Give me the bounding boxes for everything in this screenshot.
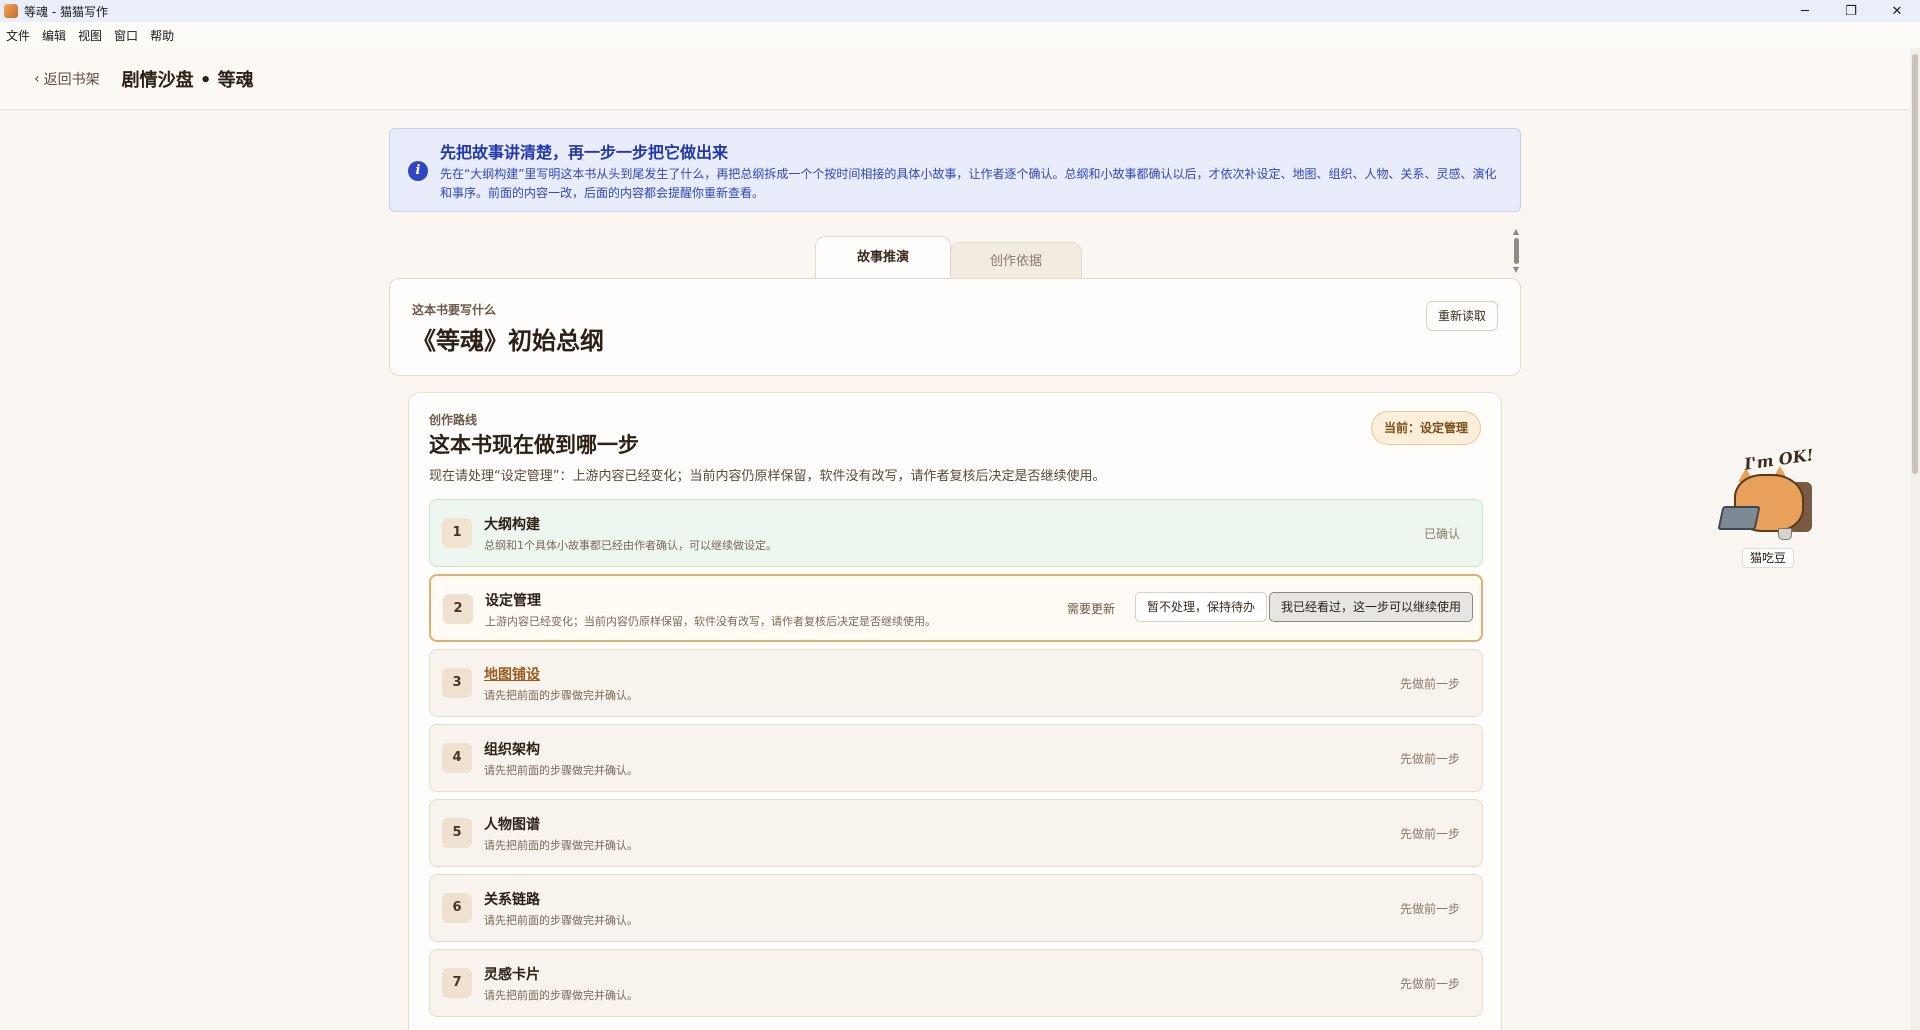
back-to-shelf-link[interactable]: ‹ 返回书架 [34, 69, 100, 89]
step-number: 4 [442, 743, 472, 773]
step-title: 关系链路 [484, 892, 540, 908]
cup-icon [1778, 528, 1792, 540]
app-header: ‹ 返回书架 剧情沙盘 • 等魂 [0, 48, 1910, 110]
menu-bar: 文件 编辑 视图 窗口 帮助 [0, 22, 1920, 48]
step-number: 2 [443, 594, 473, 624]
step-status: 已确认 [1423, 527, 1460, 541]
step-status: 先做前一步 [1399, 902, 1460, 916]
step-description: 请先把前面的步骤做完并确认。 [484, 989, 638, 1002]
step-character-map[interactable]: 5 人物图谱 请先把前面的步骤做完并确认。 先做前一步 [429, 799, 1483, 867]
menu-file[interactable]: 文件 [6, 27, 30, 44]
step-number: 5 [442, 818, 472, 848]
step-relationship-chain[interactable]: 6 关系链路 请先把前面的步骤做完并确认。 先做前一步 [429, 874, 1483, 942]
step-number: 1 [442, 518, 472, 548]
step-description: 请先把前面的步骤做完并确认。 [484, 914, 638, 927]
info-banner: i 先把故事讲清楚，再一步一步把它做出来 先在“大纲构建”里写明这本书从头到尾发… [389, 128, 1521, 212]
chevron-left-icon: ‹ [34, 70, 40, 87]
mascot-widget[interactable]: I'm OK! 猫吃豆 [1712, 445, 1822, 570]
banner-title: 先把故事讲清楚，再一步一步把它做出来 [440, 143, 729, 162]
laptop-icon [1717, 506, 1761, 530]
step-description: 请先把前面的步骤做完并确认。 [484, 764, 638, 777]
close-icon[interactable]: ✕ [1874, 0, 1920, 22]
menu-edit[interactable]: 编辑 [42, 27, 66, 44]
back-label: 返回书架 [43, 71, 100, 88]
step-status: 先做前一步 [1399, 677, 1460, 691]
step-status: 先做前一步 [1399, 977, 1460, 991]
creation-route-card: 创作路线 这本书现在做到哪一步 现在请处理“设定管理”：上游内容已经变化；当前内… [408, 392, 1502, 1030]
step-number: 7 [442, 968, 472, 998]
step-description: 请先把前面的步骤做完并确认。 [484, 689, 638, 702]
info-icon: i [408, 161, 428, 181]
tab-story-deduction[interactable]: 故事推演 [815, 236, 951, 278]
step-title: 设定管理 [485, 593, 541, 609]
step-title: 组织架构 [484, 742, 540, 758]
menu-window[interactable]: 窗口 [114, 27, 138, 44]
content-scrollbar[interactable]: ▲ ▼ [1512, 228, 1520, 278]
scroll-up-icon[interactable]: ▲ [1512, 228, 1520, 236]
step-number: 6 [442, 893, 472, 923]
menu-help[interactable]: 帮助 [150, 27, 174, 44]
mascot-name: 猫吃豆 [1742, 548, 1794, 568]
step-status: 需要更新 [1066, 602, 1115, 616]
window-titlebar: 等魂 - 猫猫写作 ─ ❐ ✕ [0, 0, 1920, 22]
route-description: 现在请处理“设定管理”：上游内容已经变化；当前内容仍原样保留，软件没有改写，请作… [429, 469, 1106, 484]
tab-creative-basis[interactable]: 创作依据 [950, 242, 1082, 278]
page-title: 剧情沙盘 • 等魂 [121, 69, 254, 91]
step-inspiration-cards[interactable]: 7 灵感卡片 请先把前面的步骤做完并确认。 先做前一步 [429, 949, 1483, 1017]
step-setting-management[interactable]: 2 设定管理 上游内容已经变化；当前内容仍原样保留，软件没有改写，请作者复核后决… [429, 574, 1483, 642]
step-description: 总纲和1个具体小故事都已经由作者确认，可以继续做设定。 [484, 539, 777, 552]
step-title: 灵感卡片 [484, 967, 540, 983]
banner-text: 先在“大纲构建”里写明这本书从头到尾发生了什么，再把总纲拆成一个个按时间相接的具… [440, 167, 1497, 200]
current-step-badge: 当前：设定管理 [1370, 411, 1481, 445]
scroll-down-icon[interactable]: ▼ [1512, 266, 1520, 274]
outline-card: 这本书要写什么 《等魂》初始总纲 重新读取 [389, 278, 1521, 376]
route-title: 这本书现在做到哪一步 [429, 433, 639, 457]
tab-bar: 故事推演 创作依据 [815, 236, 1082, 278]
step-status: 先做前一步 [1399, 752, 1460, 766]
step-title: 大纲构建 [484, 517, 540, 533]
keep-pending-button[interactable]: 暂不处理，保持待办 [1134, 592, 1267, 622]
restore-icon[interactable]: ❐ [1828, 0, 1874, 22]
reload-button[interactable]: 重新读取 [1426, 301, 1498, 331]
step-title-link[interactable]: 地图铺设 [484, 664, 540, 684]
step-organization[interactable]: 4 组织架构 请先把前面的步骤做完并确认。 先做前一步 [429, 724, 1483, 792]
step-outline[interactable]: 1 大纲构建 总纲和1个具体小故事都已经由作者确认，可以继续做设定。 已确认 [429, 499, 1483, 567]
menu-view[interactable]: 视图 [78, 27, 102, 44]
outline-title: 《等魂》初始总纲 [412, 327, 604, 355]
step-status: 先做前一步 [1399, 827, 1460, 841]
step-title: 人物图谱 [484, 817, 540, 833]
outline-eyebrow: 这本书要写什么 [412, 303, 497, 317]
app-icon [4, 4, 18, 18]
content-scroll-thumb[interactable] [1513, 238, 1519, 264]
step-number: 3 [442, 668, 472, 698]
step-description: 上游内容已经变化；当前内容仍原样保留，软件没有改写，请作者复核后决定是否继续使用… [485, 615, 936, 628]
window-title: 等魂 - 猫猫写作 [24, 4, 108, 19]
confirm-reviewed-button[interactable]: 我已经看过，这一步可以继续使用 [1268, 592, 1473, 622]
minimize-icon[interactable]: ─ [1782, 0, 1828, 22]
page-scroll-thumb[interactable] [1912, 54, 1918, 474]
step-description: 请先把前面的步骤做完并确认。 [484, 839, 638, 852]
window-controls: ─ ❐ ✕ [1782, 0, 1920, 22]
page-scrollbar[interactable] [1910, 48, 1920, 1030]
step-map-layout[interactable]: 3 地图铺设 请先把前面的步骤做完并确认。 先做前一步 [429, 649, 1483, 717]
route-eyebrow: 创作路线 [429, 413, 478, 427]
